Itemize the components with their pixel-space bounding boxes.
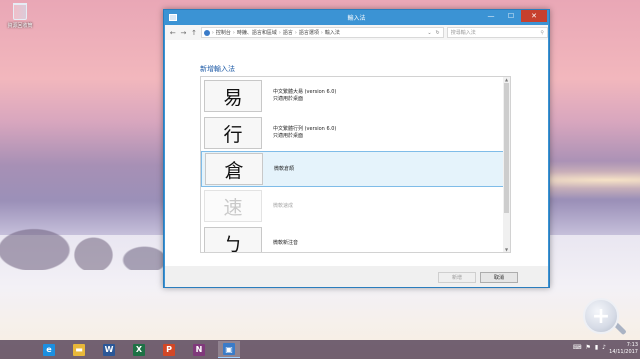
list-item-dayi[interactable]: 易 中文繁體大易 (version 6.0) 只適用於桌面 <box>201 78 504 114</box>
taskbar: e ▬ W X P N ▣ ⌨ ⚑ ▮ ♪ 7:13 14/11/2017 <box>0 340 640 359</box>
volume-icon[interactable]: ♪ <box>602 344 606 351</box>
recycle-bin-label: 資源回收筒 <box>7 23 33 29</box>
title-bar[interactable]: 輸入法 — ☐ ✕ <box>164 10 549 25</box>
back-button[interactable]: ← <box>169 29 177 37</box>
taskbar-powerpoint[interactable]: P <box>158 341 180 358</box>
scroll-down-icon[interactable]: ▼ <box>503 247 510 252</box>
search-input[interactable]: 搜尋輸入法 ⚲ <box>446 27 548 38</box>
keyboard-icon[interactable]: ⌨ <box>573 344 582 351</box>
bopomofo-glyph-icon: ㄅ <box>204 227 262 252</box>
taskbar-ie[interactable]: e <box>38 341 60 358</box>
maximize-button[interactable]: ☐ <box>501 10 521 22</box>
flag-icon[interactable]: ⚑ <box>585 344 590 351</box>
item-title: 中文繁體大易 (version 6.0) <box>273 89 337 95</box>
item-title: 中文繁體行列 (version 6.0) <box>273 126 337 132</box>
array-glyph-icon: 行 <box>204 117 262 149</box>
navigation-bar: ← → ↑ › 控制台 › 時鐘、語言和區域 › 語言 › 語言選項 › 輸入法… <box>165 25 548 40</box>
item-title: 微軟倉頡 <box>274 165 295 172</box>
refresh-icon[interactable]: ↻ <box>436 30 440 36</box>
minimize-button[interactable]: — <box>481 10 501 22</box>
item-title: 微軟新注音 <box>273 239 299 246</box>
word-icon: W <box>103 343 115 356</box>
list-item-changjie[interactable]: 倉 微軟倉頡 <box>201 151 504 187</box>
close-button[interactable]: ✕ <box>521 10 547 22</box>
list-item-array[interactable]: 行 中文繁體行列 (version 6.0) 只適用於桌面 <box>201 115 504 151</box>
taskbar-onenote[interactable]: N <box>188 341 210 358</box>
breadcrumb-input-method[interactable]: 輸入法 <box>325 29 340 36</box>
list-item-bopomofo[interactable]: ㄅ 微軟新注音 <box>201 225 504 252</box>
forward-button[interactable]: → <box>180 29 188 37</box>
address-bar[interactable]: › 控制台 › 時鐘、語言和區域 › 語言 › 語言選項 › 輸入法 ⌄ ↻ <box>200 27 444 38</box>
breadcrumb-clock-language[interactable]: 時鐘、語言和區域 <box>237 29 277 36</box>
excel-icon: X <box>133 343 145 356</box>
add-button[interactable]: 新增 <box>438 272 476 283</box>
clock[interactable]: 7:13 14/11/2017 <box>608 342 638 356</box>
dialog-footer: 新增 取消 <box>165 266 548 287</box>
battery-icon[interactable]: ▮ <box>595 344 598 351</box>
recycle-bin-shortcut[interactable]: 資源回收筒 <box>3 3 37 29</box>
recycle-bin-icon <box>13 3 27 20</box>
clock-date: 14/11/2017 <box>609 349 638 355</box>
dayi-glyph-icon: 易 <box>204 80 262 112</box>
desktop-trees <box>0 170 170 270</box>
up-button[interactable]: ↑ <box>190 29 198 37</box>
page-heading: 新增輸入法 <box>200 65 235 73</box>
clock-time: 7:13 <box>626 342 638 348</box>
changjie-glyph-icon: 倉 <box>205 153 263 185</box>
scroll-thumb[interactable] <box>504 83 509 213</box>
item-subtitle: 只適用於桌面 <box>273 133 304 139</box>
taskbar-explorer[interactable]: ▬ <box>68 341 90 358</box>
taskbar-control-panel[interactable]: ▣ <box>218 341 240 358</box>
search-icon: ⚲ <box>540 29 544 36</box>
system-tray: ⌨ ⚑ ▮ ♪ <box>573 344 606 351</box>
breadcrumb-language[interactable]: 語言 <box>283 29 293 36</box>
input-method-window: 輸入法 — ☐ ✕ ← → ↑ › 控制台 › 時鐘、語言和區域 › 語言 › … <box>163 9 550 288</box>
control-panel-taskbar-icon: ▣ <box>223 343 235 355</box>
breadcrumb-language-options[interactable]: 語言選項 <box>299 29 319 36</box>
onenote-icon: N <box>193 343 205 356</box>
taskbar-excel[interactable]: X <box>128 341 150 358</box>
input-method-list[interactable]: 易 中文繁體大易 (version 6.0) 只適用於桌面 行 中文繁體行列 (… <box>200 76 511 253</box>
main-content: 新增輸入法 易 中文繁體大易 (version 6.0) 只適用於桌面 行 中文… <box>165 40 548 266</box>
list-item-quick[interactable]: 速 微軟速成 <box>201 188 504 224</box>
quick-glyph-icon: 速 <box>204 190 262 222</box>
scroll-up-icon[interactable]: ▲ <box>503 77 510 82</box>
breadcrumb-control-panel[interactable]: 控制台 <box>216 29 231 36</box>
magnifier-icon[interactable]: + <box>583 298 619 334</box>
explorer-icon: ▬ <box>73 343 85 356</box>
item-title: 微軟速成 <box>273 202 294 209</box>
control-panel-icon <box>203 29 210 36</box>
powerpoint-icon: P <box>163 343 175 356</box>
list-scrollbar[interactable]: ▲ ▼ <box>503 77 510 252</box>
address-dropdown-icon[interactable]: ⌄ <box>427 30 431 36</box>
search-placeholder: 搜尋輸入法 <box>450 30 476 36</box>
cancel-button[interactable]: 取消 <box>480 272 518 283</box>
ie-icon: e <box>43 343 55 356</box>
taskbar-word[interactable]: W <box>98 341 120 358</box>
item-subtitle: 只適用於桌面 <box>273 96 304 102</box>
window-controls: — ☐ ✕ <box>481 10 547 22</box>
